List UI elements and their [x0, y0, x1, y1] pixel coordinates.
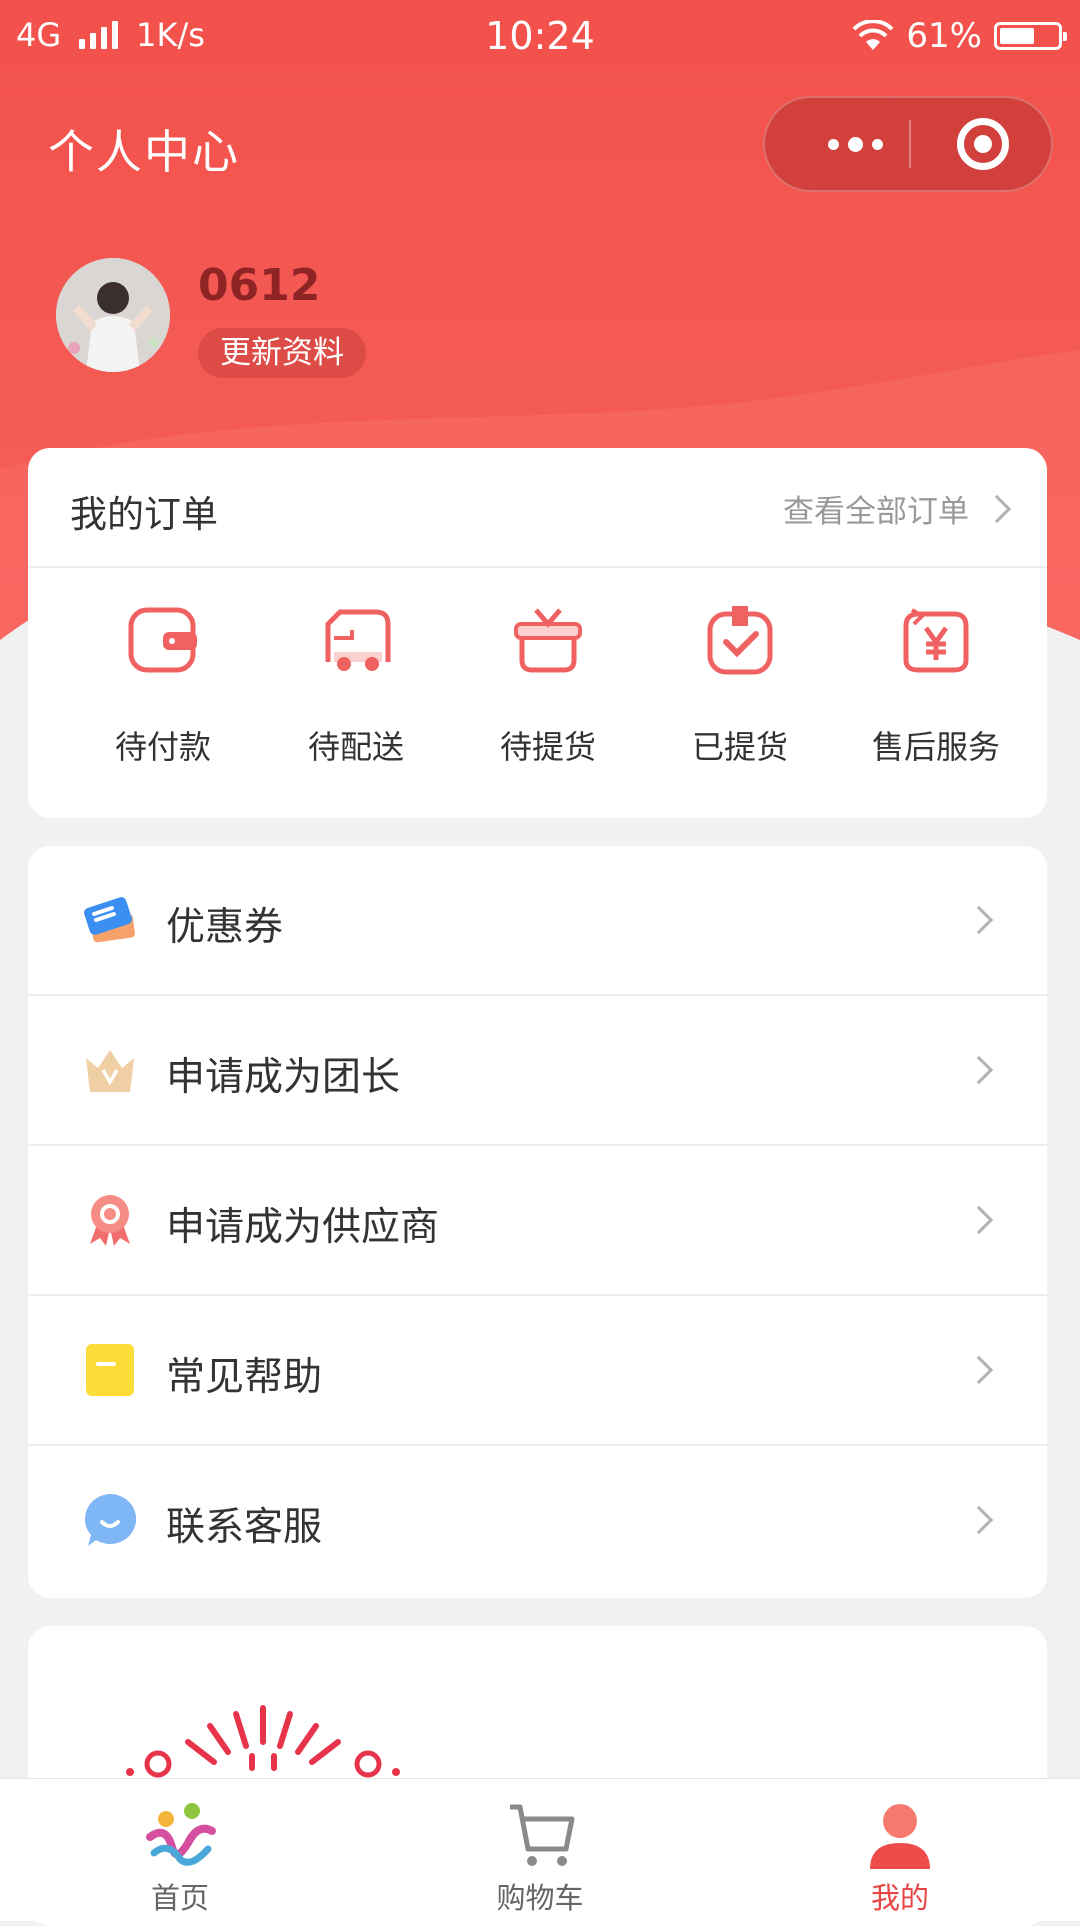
note-icon: [86, 1344, 134, 1396]
delivery-truck-icon: [325, 609, 391, 671]
update-profile-button[interactable]: 更新资料: [198, 328, 366, 378]
order-status-row: 待付款 待配送 待提货 已提货 售后服务: [28, 566, 1047, 818]
order-after-sales[interactable]: 售后服务: [836, 566, 1036, 818]
menu-item-faq[interactable]: 常见帮助: [28, 1296, 1047, 1446]
menu-item-label: 联系客服: [166, 1505, 323, 1550]
order-item-label: 待提货: [499, 728, 596, 766]
checked-bag-icon: [707, 606, 773, 675]
status-bar: 4G 1K/s 10:24 61%: [0, 0, 1080, 76]
username: 0612: [198, 260, 321, 311]
order-pending-delivery[interactable]: 待配送: [256, 566, 456, 818]
orders-header: 我的订单 查看全部订单: [28, 448, 1047, 568]
menu-item-contact-support[interactable]: 联系客服: [28, 1446, 1047, 1594]
yen-refresh-icon: [903, 608, 969, 673]
more-icon[interactable]: [805, 98, 905, 190]
menu-item-label: 常见帮助: [166, 1355, 323, 1400]
status-right: 61%: [852, 16, 1067, 56]
tab-home[interactable]: 首页: [60, 1779, 300, 1921]
orders-title: 我的订单: [70, 493, 218, 536]
chevron-right-icon: [982, 494, 1012, 523]
tab-mine[interactable]: 我的: [780, 1779, 1020, 1921]
chevron-right-icon: [964, 1205, 994, 1235]
view-all-orders-label: 查看全部订单: [783, 494, 969, 530]
menu-card: 优惠券 申请成为团长 申请成为供应商 常见帮助 联系客服: [28, 846, 1047, 1598]
miniprogram-capsule: [763, 96, 1053, 192]
orders-card: 我的订单 查看全部订单 待付款 待配送 待提货 已提货 售后服务: [28, 448, 1047, 818]
wifi-icon: [853, 20, 894, 50]
chat-bubble-icon: [84, 1493, 137, 1546]
chevron-right-icon: [964, 1055, 994, 1085]
chevron-right-icon: [964, 1505, 994, 1535]
avatar[interactable]: [56, 258, 170, 372]
order-pending-pickup[interactable]: 待提货: [448, 566, 648, 818]
menu-item-label: 申请成为团长: [166, 1055, 401, 1100]
order-item-label: 已提货: [691, 728, 788, 766]
menu-item-label: 优惠券: [166, 905, 284, 950]
menu-item-become-leader[interactable]: 申请成为团长: [28, 996, 1047, 1146]
order-item-label: 待配送: [307, 728, 404, 766]
order-picked-up[interactable]: 已提货: [640, 566, 840, 818]
battery-percent: 61%: [906, 16, 982, 56]
menu-item-become-supplier[interactable]: 申请成为供应商: [28, 1146, 1047, 1296]
menu-item-coupons[interactable]: 优惠券: [28, 846, 1047, 996]
battery-icon: [994, 22, 1067, 50]
chevron-right-icon: [964, 905, 994, 935]
crown-icon: [86, 1050, 134, 1092]
order-item-label: 售后服务: [871, 728, 1000, 766]
chevron-right-icon: [964, 1355, 994, 1385]
tab-cart[interactable]: 购物车: [420, 1779, 660, 1921]
capsule-divider: [909, 120, 911, 168]
wallet-icon: [128, 607, 197, 673]
tab-label: 首页: [150, 1881, 209, 1915]
coupon-icon: [84, 897, 135, 943]
order-item-label: 待付款: [114, 728, 211, 766]
gift-box-icon: [514, 608, 582, 673]
menu-item-label: 申请成为供应商: [166, 1205, 440, 1250]
close-miniprogram-icon[interactable]: [957, 118, 1009, 170]
home-logo-icon: [146, 1803, 216, 1866]
tab-label: 我的: [870, 1881, 929, 1915]
page-title: 个人中心: [48, 125, 240, 179]
user-icon: [870, 1804, 930, 1869]
ribbon-badge-icon: [90, 1195, 130, 1246]
tab-label: 购物车: [496, 1881, 584, 1915]
tab-bar: 首页 购物车 我的: [0, 1778, 1080, 1921]
order-pending-payment[interactable]: 待付款: [63, 566, 263, 818]
view-all-orders-link[interactable]: 查看全部订单: [783, 486, 1012, 531]
cart-icon: [510, 1804, 575, 1866]
